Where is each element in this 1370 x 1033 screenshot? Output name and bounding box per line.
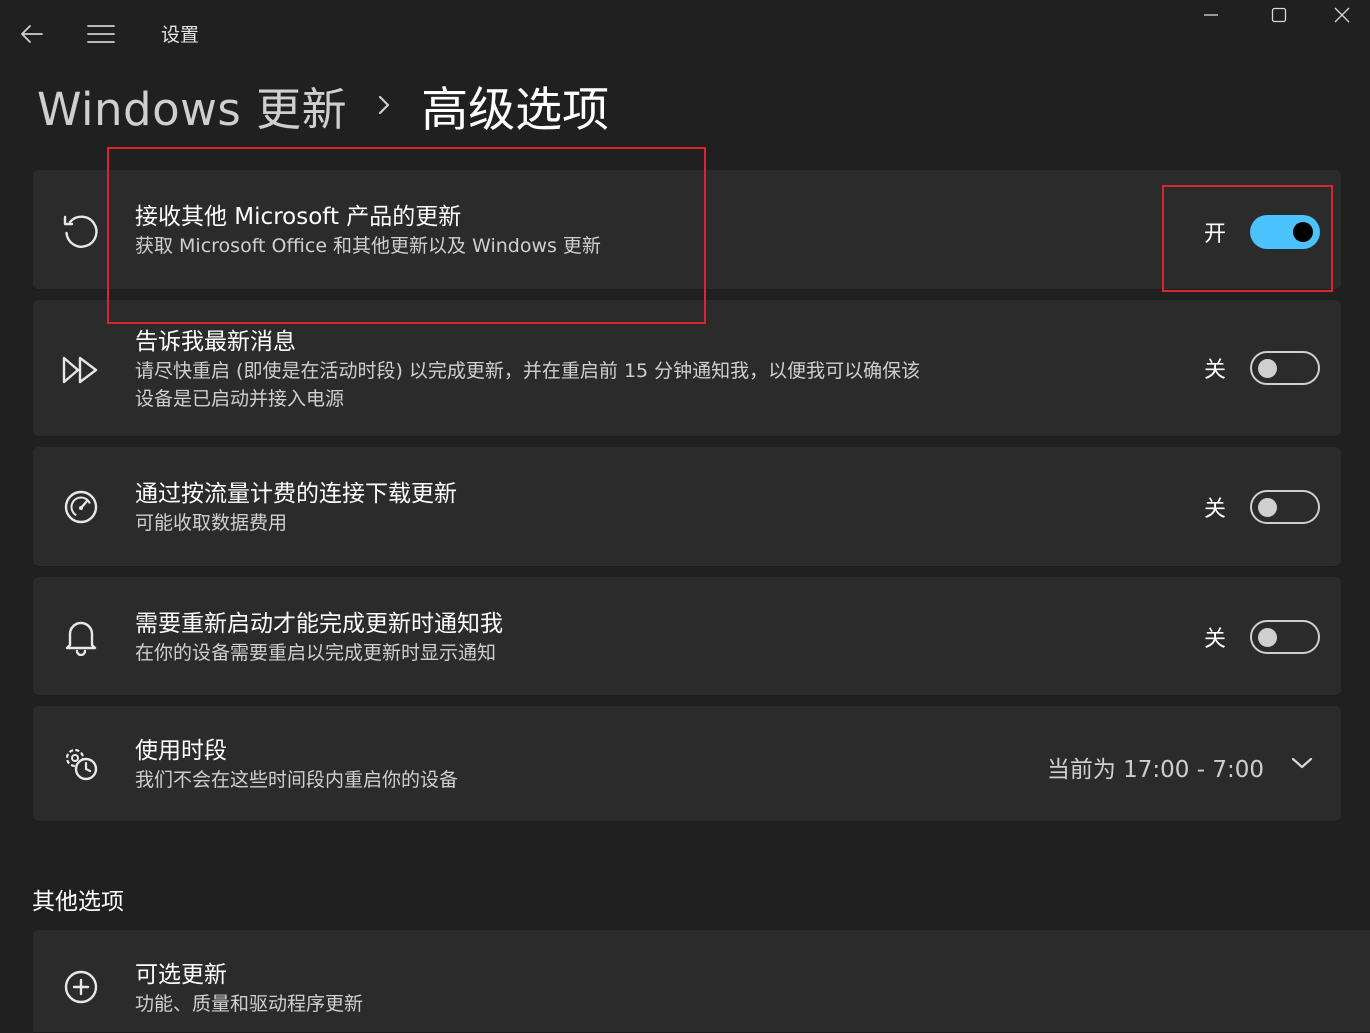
close-button[interactable] bbox=[1313, 0, 1370, 30]
toggle-switch-metered-connection[interactable] bbox=[1250, 490, 1320, 524]
setting-card-active-hours[interactable]: 使用时段 我们不会在这些时间段内重启你的设备 当前为 17:00 - 7:00 bbox=[33, 706, 1341, 822]
back-button[interactable] bbox=[12, 14, 52, 54]
toggle-knob bbox=[1258, 498, 1277, 517]
setting-title: 通过按流量计费的连接下载更新 bbox=[135, 481, 457, 507]
title-bar: 设置 bbox=[0, 0, 1370, 64]
bell-icon bbox=[64, 618, 98, 656]
setting-description: 功能、质量和驱动程序更新 bbox=[135, 993, 364, 1015]
toggle-switch-container: 关 bbox=[1191, 487, 1341, 527]
hamburger-menu-icon bbox=[87, 25, 115, 43]
toggle-state-label: 关 bbox=[1204, 627, 1227, 652]
clock-gear-icon bbox=[63, 746, 99, 782]
setting-card-optional-updates[interactable]: 可选更新 功能、质量和驱动程序更新 bbox=[33, 930, 1370, 1033]
toggle-knob bbox=[1258, 628, 1277, 647]
page-title: 高级选项 bbox=[421, 82, 610, 138]
setting-description: 获取 Microsoft Office 和其他更新以及 Windows 更新 bbox=[135, 235, 601, 257]
setting-card-restart-notification[interactable]: 需要重新启动才能完成更新时通知我 在你的设备需要重启以完成更新时显示通知 关 bbox=[33, 577, 1341, 696]
chevron-down-icon[interactable] bbox=[1291, 756, 1313, 770]
setting-card-metered-connection[interactable]: 通过按流量计费的连接下载更新 可能收取数据费用 关 bbox=[33, 447, 1341, 567]
toggle-switch-container: 关 bbox=[1191, 348, 1341, 388]
setting-title: 接收其他 Microsoft 产品的更新 bbox=[135, 204, 462, 230]
speedometer-icon bbox=[63, 489, 99, 525]
toggle-switch-get-latest-updates[interactable] bbox=[1250, 351, 1320, 385]
setting-title: 可选更新 bbox=[135, 962, 227, 988]
active-hours-value: 当前为 17:00 - 7:00 bbox=[1046, 757, 1264, 783]
setting-card-other-microsoft-updates[interactable]: 接收其他 Microsoft 产品的更新 获取 Microsoft Office… bbox=[33, 170, 1341, 290]
toggle-switch-container: 关 bbox=[1191, 617, 1341, 657]
toggle-switch-container: 开 bbox=[1191, 212, 1341, 252]
minimize-button[interactable] bbox=[1177, 0, 1245, 30]
fast-forward-icon bbox=[61, 354, 101, 386]
section-title-other-options: 其他选项 bbox=[32, 889, 124, 915]
toggle-knob bbox=[1293, 222, 1313, 242]
maximize-icon bbox=[1271, 7, 1287, 23]
breadcrumb: Windows 更新 高级选项 bbox=[37, 70, 609, 140]
maximize-button[interactable] bbox=[1245, 0, 1313, 30]
back-arrow-icon bbox=[21, 25, 43, 43]
chevron-right-icon bbox=[379, 95, 390, 115]
setting-title: 使用时段 bbox=[135, 738, 227, 764]
refresh-icon bbox=[61, 211, 101, 251]
setting-title: 需要重新启动才能完成更新时通知我 bbox=[135, 611, 503, 637]
setting-description: 可能收取数据费用 bbox=[135, 512, 288, 534]
setting-description-line-2: 设备是已启动并接入电源 bbox=[135, 388, 345, 410]
plus-circle-icon bbox=[63, 969, 99, 1005]
setting-description-line-1: 请尽快重启 (即使是在活动时段) 以完成更新，并在重启前 15 分钟通知我，以便… bbox=[135, 360, 921, 382]
navigation-menu-button[interactable] bbox=[80, 14, 122, 54]
close-icon bbox=[1334, 7, 1349, 23]
toggle-state-label: 关 bbox=[1204, 497, 1227, 522]
toggle-state-label: 开 bbox=[1204, 222, 1227, 247]
breadcrumb-windows-update[interactable]: Windows 更新 bbox=[37, 73, 347, 138]
toggle-switch-restart-notification[interactable] bbox=[1250, 620, 1320, 654]
toggle-state-label: 关 bbox=[1204, 358, 1227, 383]
minimize-icon bbox=[1204, 14, 1218, 16]
setting-card-get-latest-updates[interactable]: 告诉我最新消息 请尽快重启 (即使是在活动时段) 以完成更新，并在重启前 15 … bbox=[33, 300, 1341, 437]
breadcrumb-separator bbox=[377, 94, 391, 116]
toggle-knob bbox=[1258, 359, 1277, 378]
setting-description: 我们不会在这些时间段内重启你的设备 bbox=[135, 769, 459, 791]
setting-description: 在你的设备需要重启以完成更新时显示通知 bbox=[135, 642, 497, 664]
app-title: 设置 bbox=[161, 24, 200, 46]
toggle-switch-other-microsoft-updates[interactable] bbox=[1250, 215, 1320, 249]
setting-title: 告诉我最新消息 bbox=[135, 329, 296, 355]
